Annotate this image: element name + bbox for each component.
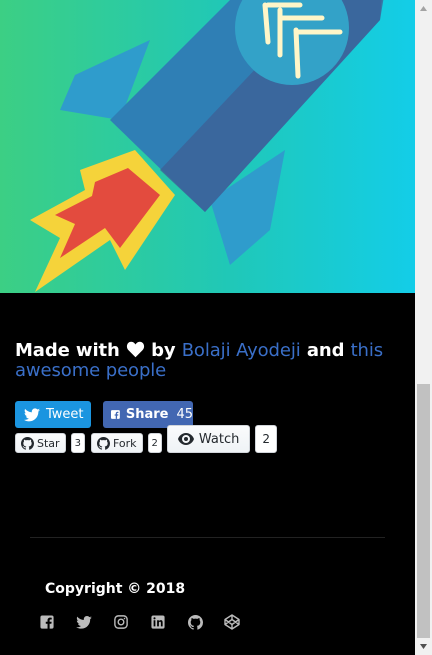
instagram-icon[interactable] — [112, 613, 130, 631]
github-fork-button[interactable]: Fork — [90, 433, 143, 453]
scroll-up-arrow-icon[interactable] — [415, 0, 432, 17]
heart-icon — [126, 341, 145, 358]
github-icon — [96, 436, 110, 450]
github-star-button[interactable]: Star — [15, 433, 66, 453]
scrollbar-thumb[interactable] — [417, 384, 430, 638]
twitter-icon[interactable] — [75, 613, 93, 631]
star-count[interactable]: 3 — [70, 433, 85, 453]
share-count: 45 — [176, 407, 193, 422]
codepen-icon[interactable] — [223, 613, 241, 631]
hero-rocket-illustration — [0, 0, 415, 293]
watch-count[interactable]: 2 — [255, 425, 277, 453]
page-viewport: Made with by Bolaji Ayodeji and this awe… — [0, 0, 415, 655]
watch-label: Watch — [198, 431, 240, 447]
facebook-icon[interactable] — [38, 613, 56, 631]
made-with-credit: Made with by Bolaji Ayodeji and this awe… — [15, 341, 395, 381]
star-label: Star — [37, 436, 60, 450]
github-buttons: Star 3 Fork 2 Watch 2 — [15, 425, 277, 453]
share-buttons: Tweet Share 45 — [15, 401, 193, 429]
facebook-share-button[interactable]: Share 45 — [103, 401, 193, 428]
vertical-scrollbar[interactable] — [415, 0, 432, 655]
fork-count[interactable]: 2 — [147, 433, 162, 453]
facebook-icon — [111, 410, 120, 419]
twitter-icon — [24, 407, 40, 421]
share-label: Share — [125, 407, 169, 422]
copyright-text: Copyright © 2018 — [45, 581, 186, 597]
tweet-button[interactable]: Tweet — [15, 401, 91, 428]
eye-icon — [177, 433, 194, 445]
github-icon[interactable] — [186, 613, 204, 631]
github-watch-button[interactable]: Watch — [166, 425, 251, 453]
author-link[interactable]: Bolaji Ayodeji — [182, 340, 301, 361]
footer-divider — [30, 537, 385, 538]
scroll-down-arrow-icon[interactable] — [415, 638, 432, 655]
made-with-text: Made with — [15, 340, 120, 361]
github-icon — [21, 436, 34, 450]
by-text: by — [151, 340, 176, 361]
and-text: and — [306, 340, 345, 361]
social-links — [38, 613, 241, 631]
tweet-label: Tweet — [46, 407, 84, 422]
fork-label: Fork — [112, 436, 137, 450]
linkedin-icon[interactable] — [149, 613, 167, 631]
